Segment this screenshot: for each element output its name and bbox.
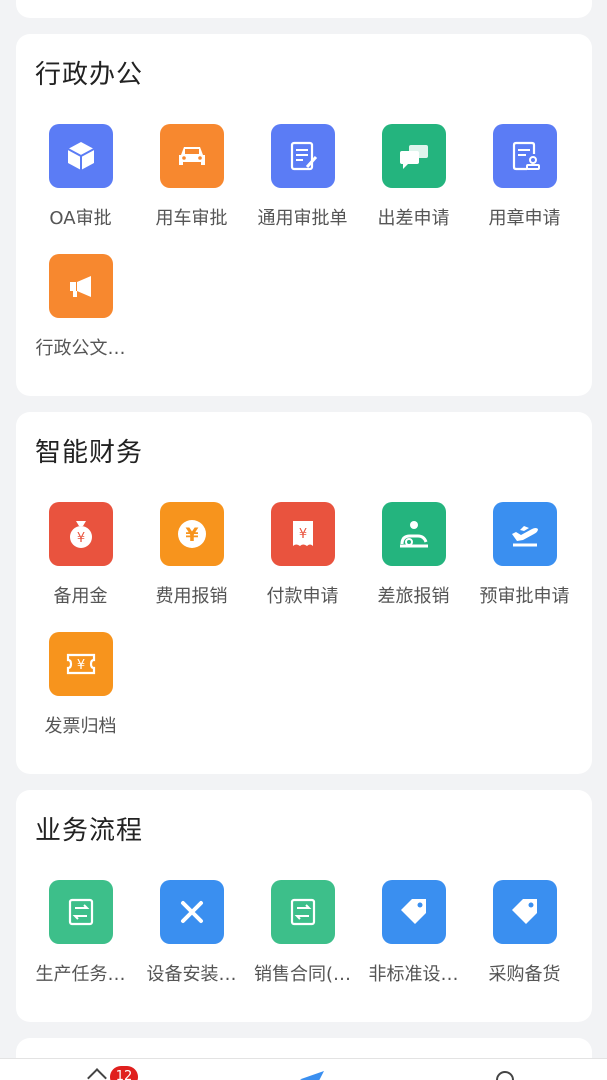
app-label: 备用金 [53, 586, 108, 607]
airplane-icon [492, 502, 557, 566]
app-vehicle-approval[interactable]: 用车审批 [136, 124, 247, 230]
flow-document-icon [48, 880, 113, 944]
section-title: 业务流程 [35, 816, 144, 846]
app-equipment-install[interactable]: 设备安装… [136, 880, 247, 986]
app-label: 行政公文… [35, 338, 126, 359]
app-general-approval[interactable]: 通用审批单 [247, 124, 358, 230]
section-admin-office: 行政办公 OA审批 用车审批 通用审批单 出差申请 用章申请 行政公文… [16, 34, 592, 396]
app-sales-contract[interactable]: 销售合同(… [247, 880, 358, 986]
app-petty-cash[interactable]: ¥ 备用金 [25, 502, 136, 608]
app-official-document[interactable]: 行政公文… [25, 254, 136, 360]
app-pre-approval[interactable]: 预审批申请 [469, 502, 580, 608]
chat-icon [381, 124, 446, 188]
svg-text:¥: ¥ [76, 531, 84, 546]
section-smart-finance: 智能财务 ¥ 备用金 ¥ 费用报销 ¥ 付款申请 差旅报销 预审批申请 ¥ 发票… [16, 412, 592, 774]
app-purchase-stock[interactable]: 采购备货 [469, 880, 580, 986]
ticket-yen-icon: ¥ [48, 632, 113, 696]
svg-text:¥: ¥ [185, 524, 198, 546]
bottom-tab-bar: 12 [0, 1058, 607, 1080]
section-title: 智能财务 [35, 438, 144, 468]
app-label: 预审批申请 [479, 586, 570, 607]
app-label: 发票归档 [44, 716, 117, 737]
app-label: 用章申请 [488, 208, 561, 229]
megaphone-icon [48, 254, 113, 318]
notification-badge: 12 [110, 1066, 138, 1080]
invoice-yen-icon: ¥ [270, 502, 335, 566]
app-payment-request[interactable]: ¥ 付款申请 [247, 502, 358, 608]
money-bag-icon: ¥ [48, 502, 113, 566]
tag-icon [492, 880, 557, 944]
app-seal-request[interactable]: 用章申请 [469, 124, 580, 230]
app-label: 通用审批单 [257, 208, 348, 229]
travel-icon [381, 502, 446, 566]
car-icon [159, 124, 224, 188]
yen-coin-icon: ¥ [159, 502, 224, 566]
app-label: 生产任务… [35, 964, 126, 985]
svg-text:¥: ¥ [298, 527, 306, 542]
send-tab-icon[interactable] [300, 1071, 324, 1080]
app-production-task[interactable]: 生产任务… [25, 880, 136, 986]
app-oa-approval[interactable]: OA审批 [25, 124, 136, 230]
previous-section-card [16, 0, 592, 18]
box-icon [48, 124, 113, 188]
app-nonstandard-equipment[interactable]: 非标准设… [358, 880, 469, 986]
app-label: 采购备货 [488, 964, 561, 985]
edit-document-icon [270, 124, 335, 188]
app-business-trip-request[interactable]: 出差申请 [358, 124, 469, 230]
app-label: 付款申请 [266, 586, 339, 607]
app-label: 差旅报销 [377, 586, 450, 607]
app-expense-reimbursement[interactable]: ¥ 费用报销 [136, 502, 247, 608]
profile-tab-icon[interactable] [496, 1071, 514, 1080]
app-label: 销售合同(… [253, 964, 352, 985]
stamp-document-icon [492, 124, 557, 188]
app-label: 用车审批 [155, 208, 228, 229]
home-tab-icon[interactable] [87, 1068, 107, 1080]
flow-document-icon [270, 880, 335, 944]
app-invoice-archive[interactable]: ¥ 发票归档 [25, 632, 136, 738]
section-title: 行政办公 [35, 60, 144, 90]
tools-icon [159, 880, 224, 944]
app-label: 费用报销 [155, 586, 228, 607]
app-label: 出差申请 [377, 208, 450, 229]
app-travel-reimbursement[interactable]: 差旅报销 [358, 502, 469, 608]
tag-icon [381, 880, 446, 944]
svg-text:¥: ¥ [76, 658, 84, 673]
section-business-process: 业务流程 生产任务… 设备安装… 销售合同(… 非标准设… 采购备货 [16, 790, 592, 1022]
app-label: 非标准设… [368, 964, 459, 985]
app-label: OA审批 [49, 208, 112, 229]
app-label: 设备安装… [146, 964, 237, 985]
